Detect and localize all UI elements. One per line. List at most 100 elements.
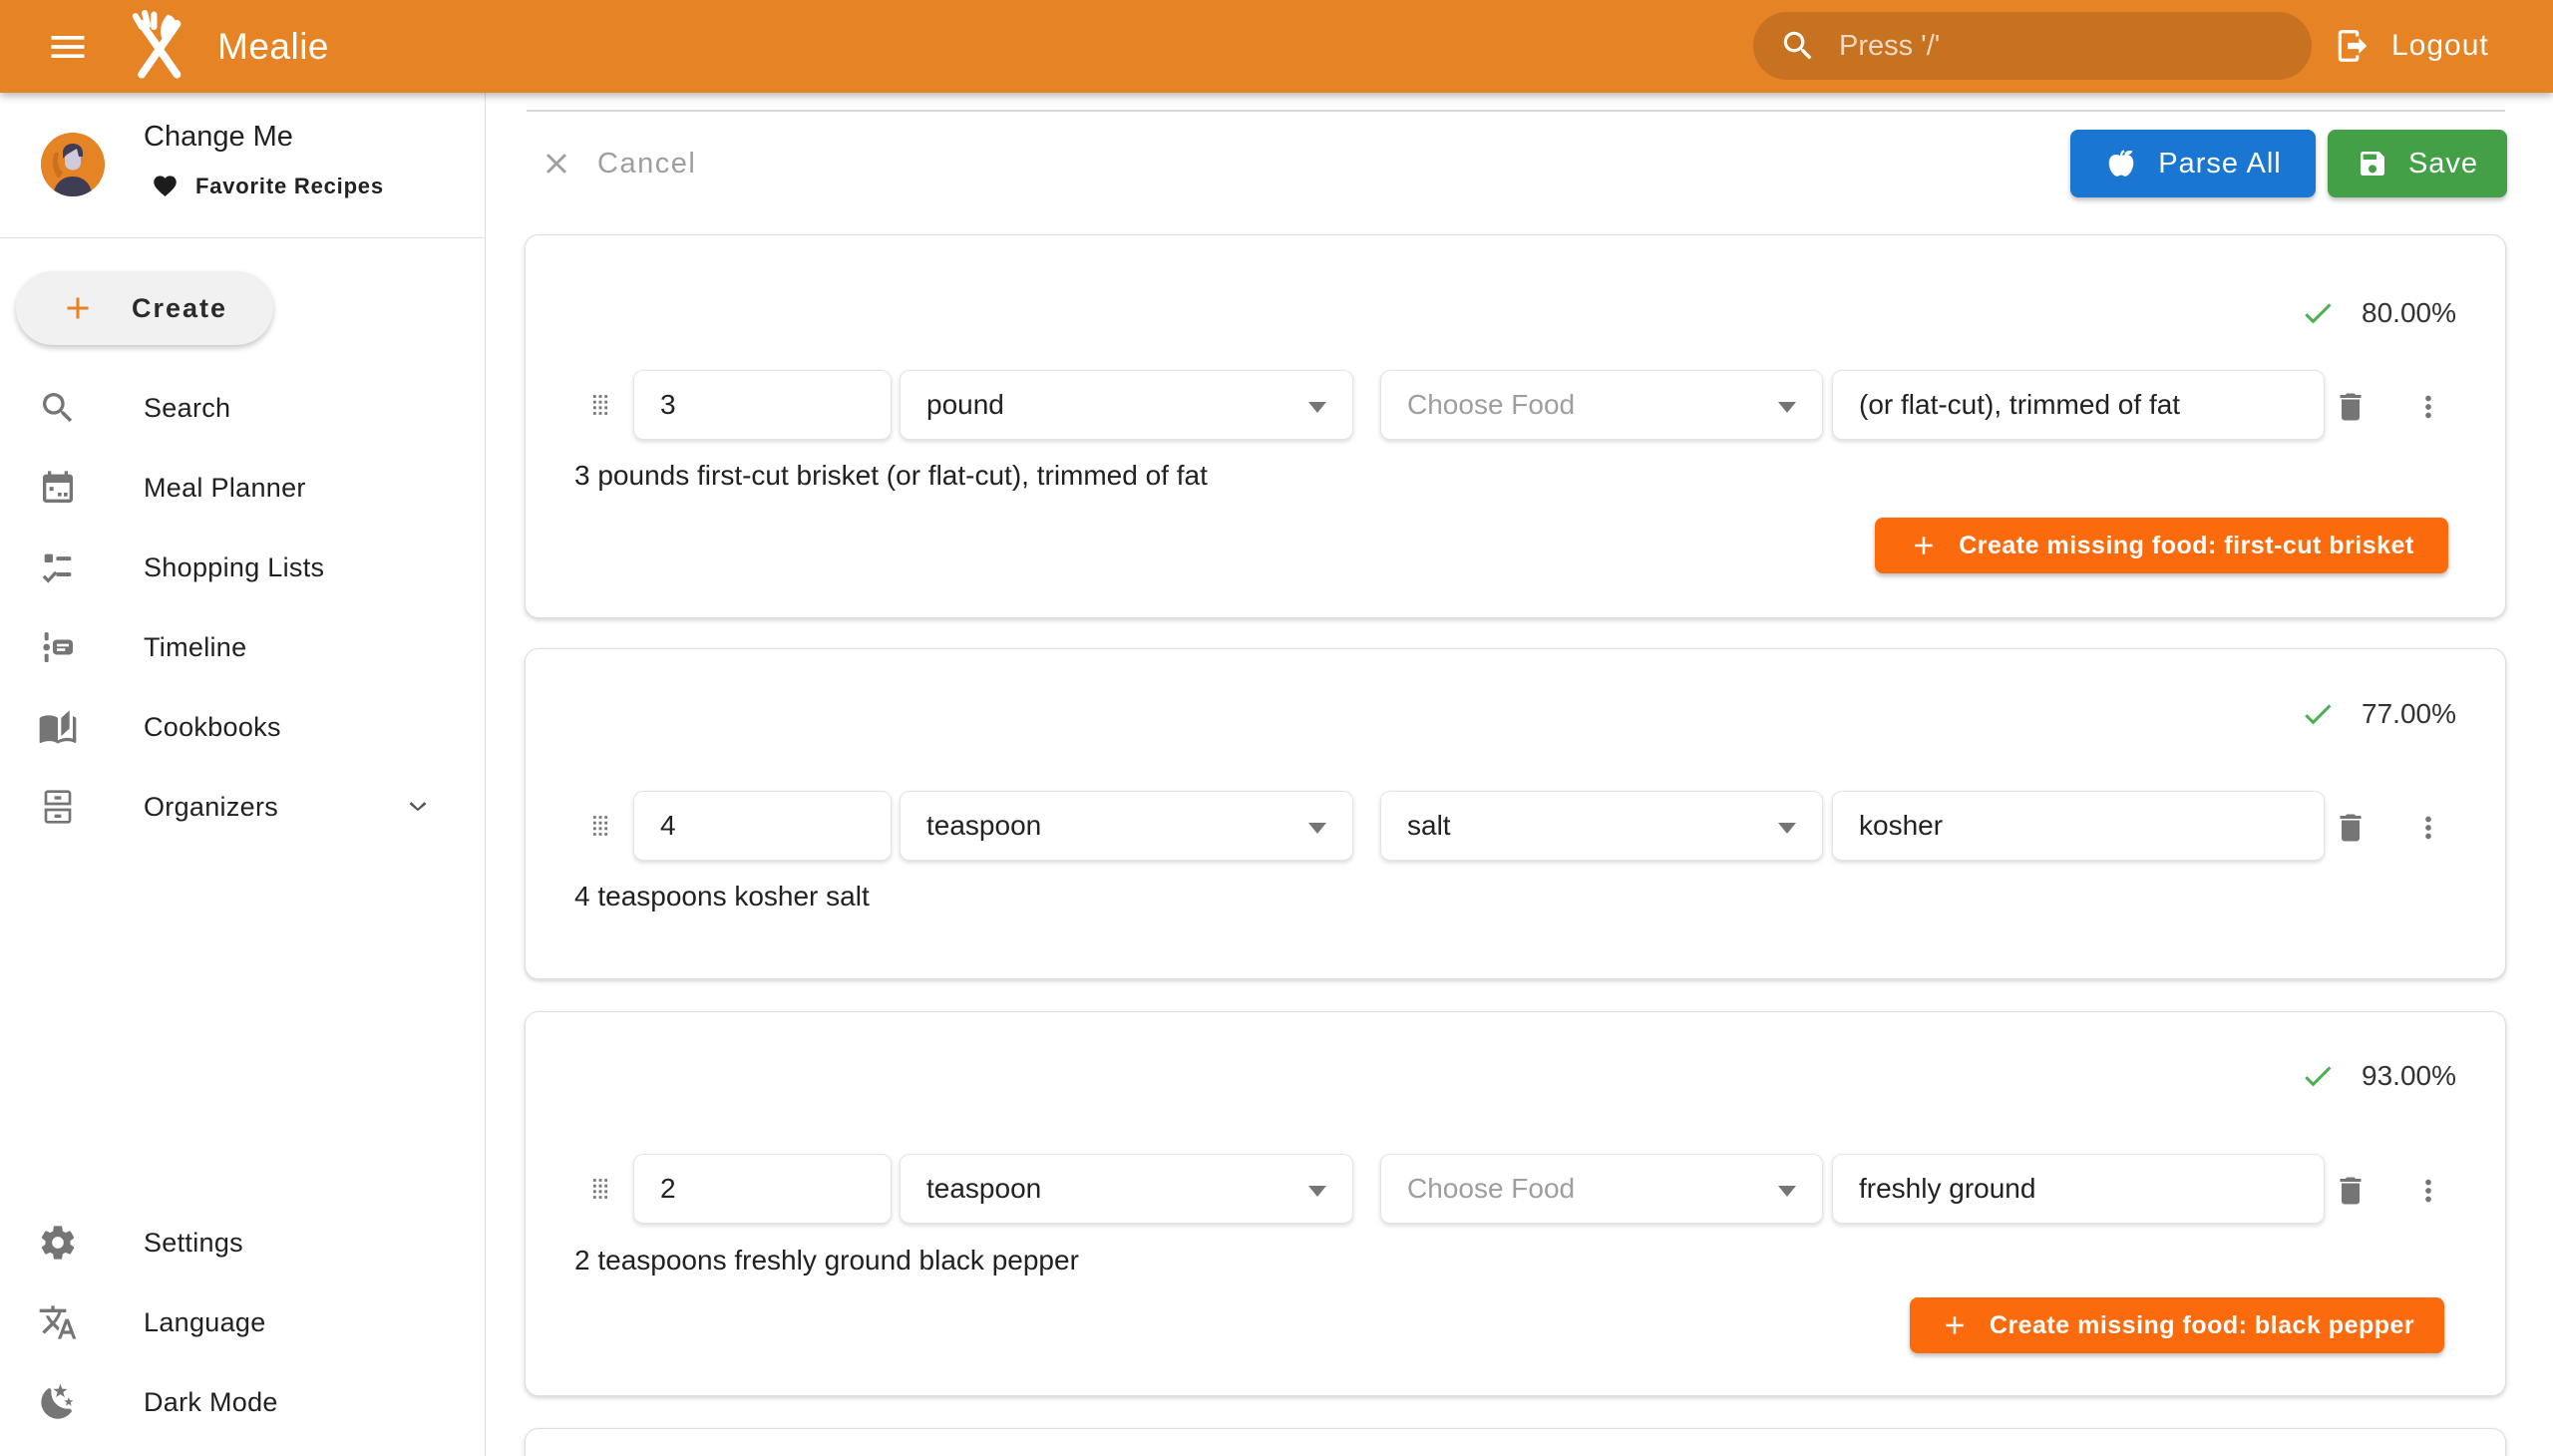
ingredient-card: 77.00% teaspoon salt <box>525 648 2506 979</box>
sidebar-bottom-nav: Settings Language Dark Mode <box>0 1203 485 1442</box>
global-search[interactable] <box>1753 12 2312 80</box>
book-open-icon <box>38 707 78 747</box>
save-button[interactable]: Save <box>2328 130 2507 197</box>
avatar[interactable] <box>41 133 105 196</box>
sidebar-item-label: Cookbooks <box>144 712 281 743</box>
drag-handle-icon[interactable] <box>583 387 619 423</box>
note-input[interactable] <box>1832 791 2325 861</box>
parse-all-button[interactable]: Parse All <box>2070 130 2316 197</box>
check-icon <box>2300 696 2336 732</box>
avatar-illustration <box>41 133 105 196</box>
ingredient-card: 80.00% pound Choose Food <box>525 234 2506 618</box>
more-options-button[interactable] <box>2406 806 2450 850</box>
app-bar: Mealie Logout <box>0 0 2553 93</box>
drag-dots-icon <box>583 1172 617 1206</box>
more-options-button[interactable] <box>2406 1169 2450 1213</box>
cabinet-icon <box>38 787 78 827</box>
favorite-recipes-label: Favorite Recipes <box>195 174 384 199</box>
confidence-row: 77.00% <box>2300 696 2456 732</box>
quantity-input[interactable] <box>633 370 892 440</box>
unit-select[interactable]: pound <box>900 370 1353 440</box>
ingredient-card-partial <box>525 1428 2506 1456</box>
sidebar-item-timeline[interactable]: Timeline <box>0 607 485 687</box>
timeline-icon <box>38 627 78 667</box>
moon-icon <box>38 1382 78 1422</box>
save-label: Save <box>2408 148 2478 181</box>
sidebar: Change Me Favorite Recipes Create Search <box>0 93 486 1456</box>
original-ingredient-text: 3 pounds first-cut brisket (or flat-cut)… <box>574 460 1208 492</box>
heart-icon <box>152 173 179 199</box>
calendar-icon <box>38 468 78 508</box>
confidence-value: 77.00% <box>2362 698 2456 730</box>
sidebar-divider <box>0 237 485 238</box>
more-options-button[interactable] <box>2406 385 2450 429</box>
note-input[interactable] <box>1832 370 2325 440</box>
sidebar-item-meal-planner[interactable]: Meal Planner <box>0 448 485 528</box>
unit-value: teaspoon <box>926 1173 1041 1205</box>
hamburger-icon <box>46 25 90 69</box>
sidebar-nav: Search Meal Planner Shopping Lists <box>0 368 485 847</box>
confidence-value: 93.00% <box>2362 1060 2456 1092</box>
trash-icon <box>2333 1173 2369 1209</box>
drag-handle-icon[interactable] <box>583 808 619 844</box>
ingredient-fields-row: pound Choose Food <box>526 370 2505 440</box>
confidence-row: 93.00% <box>2300 1058 2456 1094</box>
note-input[interactable] <box>1832 1154 2325 1224</box>
create-missing-food-button[interactable]: Create missing food: black pepper <box>1910 1297 2444 1353</box>
check-icon <box>2300 1058 2336 1094</box>
delete-button[interactable] <box>2329 1169 2372 1213</box>
sidebar-item-cookbooks[interactable]: Cookbooks <box>0 687 485 767</box>
sidebar-item-search[interactable]: Search <box>0 368 485 448</box>
sidebar-item-settings[interactable]: Settings <box>0 1203 485 1282</box>
dropdown-caret-icon <box>1308 823 1326 834</box>
cancel-button[interactable]: Cancel <box>540 131 696 196</box>
quantity-input[interactable] <box>633 1154 892 1224</box>
unit-select[interactable]: teaspoon <box>900 791 1353 861</box>
favorite-recipes-link[interactable]: Favorite Recipes <box>152 173 384 199</box>
dropdown-caret-icon <box>1308 402 1326 413</box>
content-top-divider <box>527 110 2505 112</box>
kebab-icon <box>2411 1174 2445 1208</box>
magnify-icon <box>38 388 78 428</box>
menu-icon[interactable] <box>40 19 96 75</box>
main-content: Cancel Parse All Save 80.00% <box>486 93 2553 1456</box>
save-icon <box>2357 148 2388 180</box>
food-select[interactable]: Choose Food <box>1380 370 1823 440</box>
drag-handle-icon[interactable] <box>583 1171 619 1207</box>
plus-icon <box>1909 531 1939 560</box>
logout-button[interactable]: Logout <box>2334 12 2489 80</box>
food-value: salt <box>1407 810 1451 842</box>
sidebar-item-organizers[interactable]: Organizers <box>0 767 485 847</box>
original-ingredient-text: 2 teaspoons freshly ground black pepper <box>574 1245 1079 1276</box>
dropdown-caret-icon <box>1778 1186 1796 1197</box>
sidebar-item-label: Settings <box>144 1228 243 1259</box>
sidebar-item-language[interactable]: Language <box>0 1282 485 1362</box>
food-select[interactable]: Choose Food <box>1380 1154 1823 1224</box>
dropdown-caret-icon <box>1778 402 1796 413</box>
checklist-icon <box>38 547 78 587</box>
delete-button[interactable] <box>2329 806 2372 850</box>
user-profile[interactable]: Change Me Favorite Recipes <box>0 93 485 237</box>
sidebar-item-label: Shopping Lists <box>144 552 324 583</box>
sidebar-item-dark-mode[interactable]: Dark Mode <box>0 1362 485 1442</box>
drag-dots-icon <box>583 388 617 422</box>
unit-select[interactable]: teaspoon <box>900 1154 1353 1224</box>
search-input[interactable] <box>1839 30 2286 63</box>
parse-all-label: Parse All <box>2158 148 2281 181</box>
original-ingredient-text: 4 teaspoons kosher salt <box>574 881 870 912</box>
sidebar-item-label: Timeline <box>144 632 246 663</box>
dropdown-caret-icon <box>1778 823 1796 834</box>
sidebar-item-shopping-lists[interactable]: Shopping Lists <box>0 528 485 607</box>
translate-icon <box>38 1302 78 1342</box>
close-icon <box>540 147 573 181</box>
delete-button[interactable] <box>2329 385 2372 429</box>
food-select[interactable]: salt <box>1380 791 1823 861</box>
quantity-input[interactable] <box>633 791 892 861</box>
cancel-label: Cancel <box>597 148 696 181</box>
sidebar-item-label: Meal Planner <box>144 473 306 504</box>
kebab-icon <box>2411 390 2445 424</box>
plus-icon <box>1940 1310 1970 1340</box>
create-button[interactable]: Create <box>16 271 273 345</box>
create-missing-food-button[interactable]: Create missing food: first-cut brisket <box>1875 518 2448 573</box>
chevron-down-icon <box>401 790 435 824</box>
